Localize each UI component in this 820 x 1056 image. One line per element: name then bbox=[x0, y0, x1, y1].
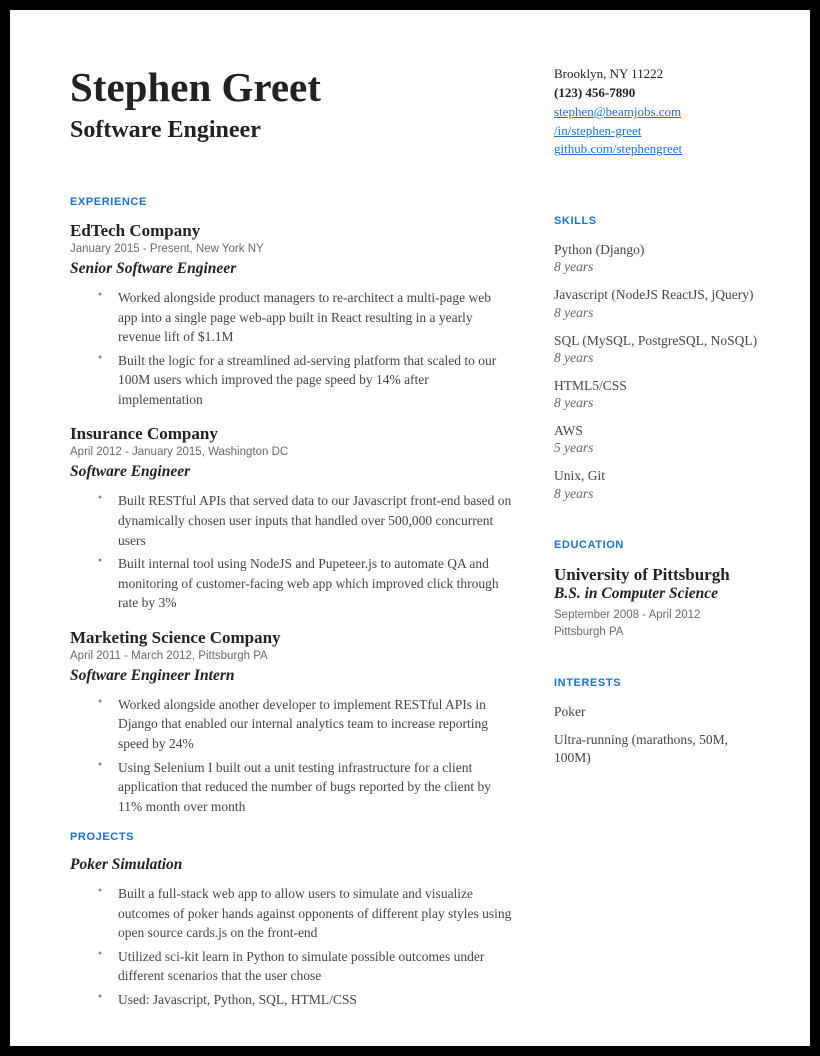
contact-location: Brooklyn, NY 11222 bbox=[554, 65, 762, 84]
bullet-item: Built a full-stack web app to allow user… bbox=[118, 884, 516, 943]
contact-email-link[interactable]: stephen@beamjobs.com bbox=[554, 104, 681, 119]
resume-page: Stephen Greet Software Engineer EXPERIEN… bbox=[0, 0, 820, 1056]
job-title: Software Engineer Intern bbox=[70, 667, 516, 685]
skill-name: AWS bbox=[554, 422, 762, 440]
interests-header: INTERESTS bbox=[554, 677, 762, 689]
side-column: Brooklyn, NY 11222 (123) 456-7890 stephe… bbox=[554, 65, 762, 1006]
education-school: University of Pittsburgh bbox=[554, 565, 762, 585]
interest-item: Ultra-running (marathons, 50M, 100M) bbox=[554, 731, 762, 767]
bullet-list: Worked alongside another developer to im… bbox=[70, 695, 516, 816]
education-location: Pittsburgh PA bbox=[554, 624, 762, 641]
interest-item: Poker bbox=[554, 703, 762, 721]
bullet-item: Utilized sci-kit learn in Python to simu… bbox=[118, 947, 516, 986]
bullet-item: Used: Javascript, Python, SQL, HTML/CSS bbox=[118, 990, 516, 1010]
job-dates: January 2015 - Present, New York NY bbox=[70, 243, 516, 255]
candidate-title: Software Engineer bbox=[70, 117, 516, 144]
skill-duration: 8 years bbox=[554, 395, 762, 411]
skill-duration: 8 years bbox=[554, 350, 762, 366]
bullet-list: Built a full-stack web app to allow user… bbox=[70, 884, 516, 1009]
education-dates: September 2008 - April 2012 bbox=[554, 607, 762, 624]
company-name: Marketing Science Company bbox=[70, 628, 516, 648]
project-name: Poker Simulation bbox=[70, 856, 516, 874]
company-name: Insurance Company bbox=[70, 424, 516, 444]
skills-header: SKILLS bbox=[554, 215, 762, 227]
contact-phone: (123) 456-7890 bbox=[554, 84, 762, 103]
projects-header: PROJECTS bbox=[70, 831, 516, 843]
skill-name: Javascript (NodeJS ReactJS, jQuery) bbox=[554, 286, 762, 304]
job-dates: April 2011 - March 2012, Pittsburgh PA bbox=[70, 650, 516, 662]
bullet-item: Built internal tool using NodeJS and Pup… bbox=[118, 554, 516, 613]
contact-linkedin-link[interactable]: /in/stephen-greet bbox=[554, 123, 641, 138]
bullet-item: Built RESTful APIs that served data to o… bbox=[118, 491, 516, 550]
skill-duration: 5 years bbox=[554, 440, 762, 456]
contact-github-link[interactable]: github.com/stephengreet bbox=[554, 141, 682, 156]
education-header: EDUCATION bbox=[554, 539, 762, 551]
bullet-item: Worked alongside another developer to im… bbox=[118, 695, 516, 754]
main-column: Stephen Greet Software Engineer EXPERIEN… bbox=[70, 65, 516, 1006]
bullet-list: Built RESTful APIs that served data to o… bbox=[70, 491, 516, 612]
skill-name: Python (Django) bbox=[554, 241, 762, 259]
skill-name: Unix, Git bbox=[554, 467, 762, 485]
contact-block: Brooklyn, NY 11222 (123) 456-7890 stephe… bbox=[554, 65, 762, 159]
education-degree: B.S. in Computer Science bbox=[554, 585, 762, 603]
skill-name: SQL (MySQL, PostgreSQL, NoSQL) bbox=[554, 332, 762, 350]
bullet-item: Built the logic for a streamlined ad-ser… bbox=[118, 351, 516, 410]
job-dates: April 2012 - January 2015, Washington DC bbox=[70, 446, 516, 458]
job-title: Software Engineer bbox=[70, 463, 516, 481]
skill-duration: 8 years bbox=[554, 486, 762, 502]
education-meta: September 2008 - April 2012 Pittsburgh P… bbox=[554, 607, 762, 642]
company-name: EdTech Company bbox=[70, 221, 516, 241]
job-title: Senior Software Engineer bbox=[70, 260, 516, 278]
bullet-item: Worked alongside product managers to re-… bbox=[118, 288, 516, 347]
skill-duration: 8 years bbox=[554, 305, 762, 321]
bullet-list: Worked alongside product managers to re-… bbox=[70, 288, 516, 409]
skill-name: HTML5/CSS bbox=[554, 377, 762, 395]
skill-duration: 8 years bbox=[554, 259, 762, 275]
bullet-item: Using Selenium I built out a unit testin… bbox=[118, 758, 516, 817]
experience-header: EXPERIENCE bbox=[70, 196, 516, 208]
candidate-name: Stephen Greet bbox=[70, 65, 516, 110]
